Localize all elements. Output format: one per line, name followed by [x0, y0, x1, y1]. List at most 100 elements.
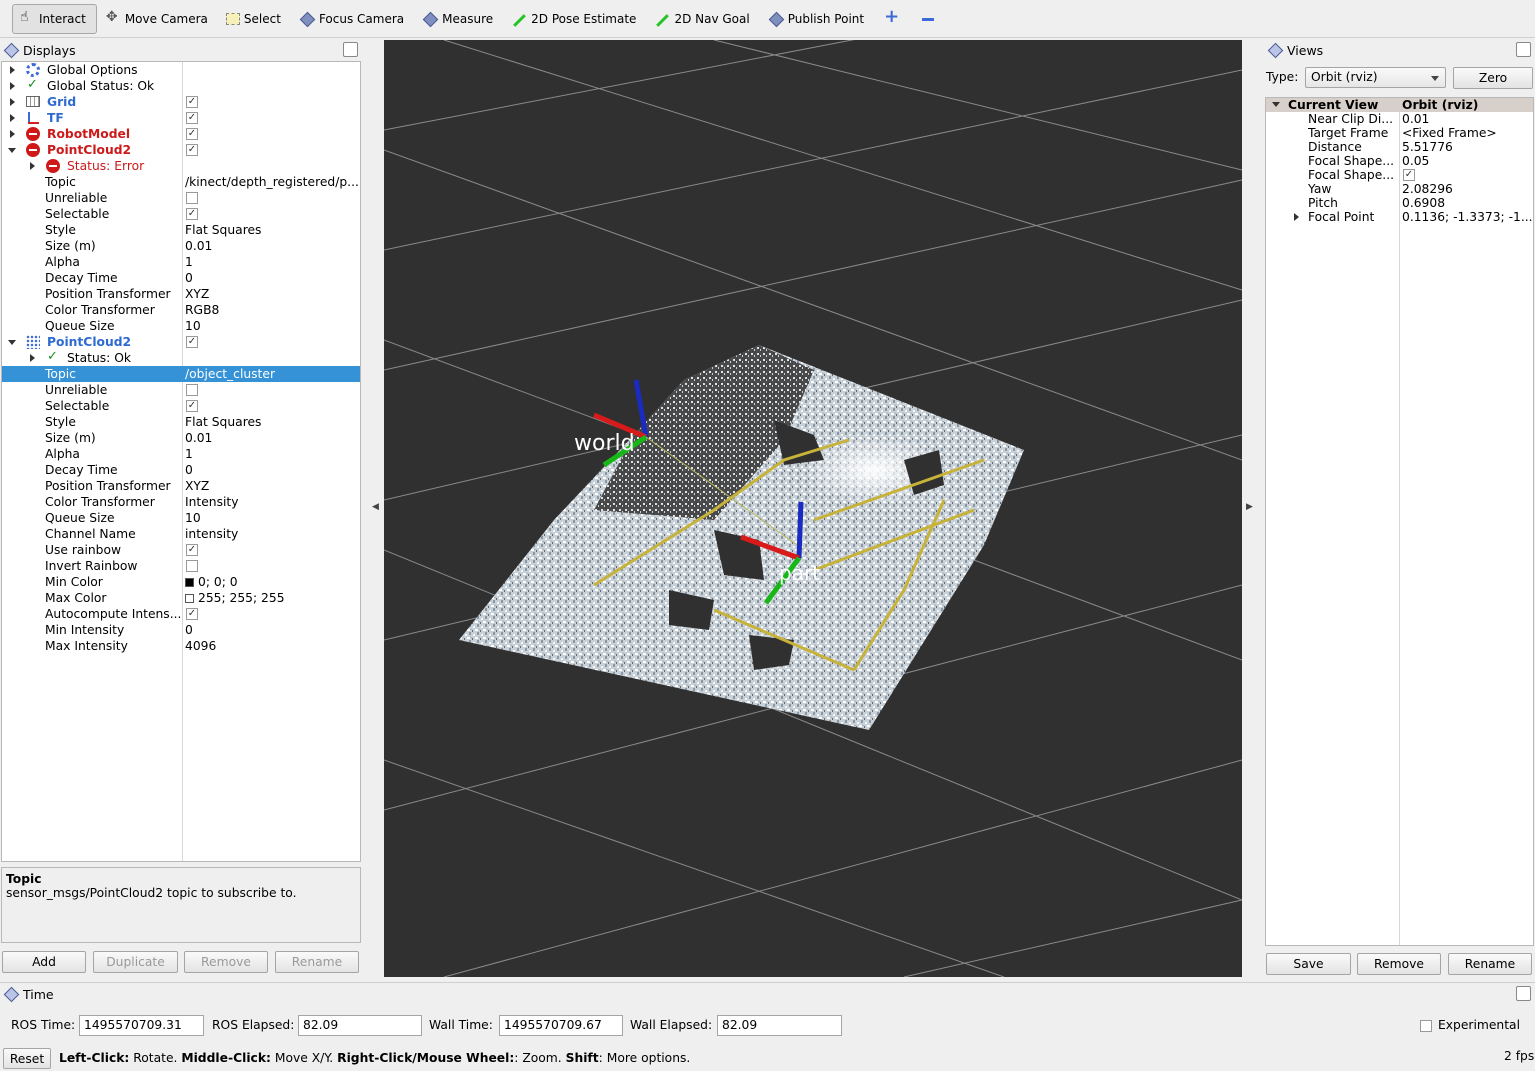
property-row-size-m[interactable]: Size (m) 0.01	[2, 430, 360, 446]
tree-row-pointcloud-1[interactable]: PointCloud2 ✓	[2, 142, 360, 158]
displays-close-button[interactable]	[343, 42, 358, 57]
pose-estimate-tool[interactable]: 2D Pose Estimate	[505, 4, 646, 34]
view-prop-row-near-clip-di[interactable]: Near Clip Di... 0.01	[1266, 112, 1533, 126]
measure-tool[interactable]: Measure	[416, 4, 503, 34]
remove-display-button[interactable]: Remove	[184, 951, 268, 973]
add-display-button[interactable]: Add	[2, 951, 86, 973]
invert-rainbow-checkbox[interactable]	[186, 560, 198, 572]
property-row-max-color[interactable]: Max Color 255; 255; 255	[2, 590, 360, 606]
property-row-queue-size[interactable]: Queue Size 10	[2, 318, 360, 334]
pointcloud-1-enabled-checkbox[interactable]: ✓	[186, 144, 198, 156]
collapse-arrow-icon[interactable]	[8, 148, 16, 153]
property-value[interactable]: Intensity	[185, 494, 360, 510]
view-prop-row-focal-shape[interactable]: Focal Shape... ✓	[1266, 168, 1533, 182]
tree-row-global-status[interactable]: ✓ Global Status: Ok	[2, 77, 360, 94]
property-row-position-transformer[interactable]: Position Transformer XYZ	[2, 478, 360, 494]
view-prop-value[interactable]: 0.1136; -1.3373; -1...	[1402, 210, 1533, 224]
property-value[interactable]: 4096	[185, 638, 360, 654]
focal-shape-fixed-checkbox[interactable]: ✓	[1403, 169, 1415, 181]
property-row-use-rainbow[interactable]: Use rainbow ✓	[2, 542, 360, 558]
property-row-unreliable[interactable]: Unreliable	[2, 190, 360, 206]
rename-display-button[interactable]: Rename	[275, 951, 359, 973]
view-prop-value[interactable]: 0.6908	[1402, 196, 1533, 210]
expand-arrow-icon[interactable]	[10, 114, 15, 122]
property-row-size-m[interactable]: Size (m) 0.01	[2, 238, 360, 254]
property-value[interactable]: XYZ	[185, 286, 360, 302]
property-row-topic[interactable]: Topic/kinect/depth_registered/p...	[2, 174, 360, 190]
property-row-decay-time[interactable]: Decay Time 0	[2, 270, 360, 286]
unreliable-checkbox[interactable]	[186, 384, 198, 396]
unreliable-checkbox[interactable]	[186, 192, 198, 204]
tf-enabled-checkbox[interactable]: ✓	[186, 112, 198, 124]
collapse-right-arrow-icon[interactable]: ▶	[1246, 502, 1253, 512]
property-value[interactable]: Flat Squares	[185, 222, 360, 238]
views-close-button[interactable]	[1516, 42, 1531, 57]
property-value[interactable]: XYZ	[185, 478, 360, 494]
remove-view-button[interactable]: Remove	[1357, 953, 1441, 975]
ros-time-field[interactable]: 1495570709.31	[79, 1015, 204, 1036]
tree-row-grid[interactable]: Grid ✓	[2, 94, 360, 110]
property-value[interactable]: /kinect/depth_registered/p...	[185, 174, 360, 190]
use-rainbow-checkbox[interactable]: ✓	[186, 544, 198, 556]
expand-arrow-icon[interactable]	[10, 130, 15, 138]
property-row-unreliable[interactable]: Unreliable	[2, 382, 360, 398]
wall-time-field[interactable]: 1495570709.67	[499, 1015, 623, 1036]
property-value[interactable]: /object_cluster	[185, 366, 360, 382]
property-row-alpha[interactable]: Alpha 1	[2, 254, 360, 270]
collapse-left-arrow-icon[interactable]: ◀	[372, 502, 379, 512]
reset-button[interactable]: Reset	[3, 1048, 51, 1069]
view-prop-row-focal-point[interactable]: Focal Point 0.1136; -1.3373; -1...	[1266, 210, 1533, 224]
property-row-selectable[interactable]: Selectable ✓	[2, 398, 360, 414]
tree-row-pointcloud-1-status[interactable]: Status: Error	[2, 158, 360, 174]
property-value[interactable]: intensity	[185, 526, 360, 542]
view-prop-row-distance[interactable]: Distance 5.51776	[1266, 140, 1533, 154]
property-row-channel-name[interactable]: Channel Name intensity	[2, 526, 360, 542]
property-row-alpha[interactable]: Alpha 1	[2, 446, 360, 462]
property-row-autocompute-intens[interactable]: Autocompute Intens... ✓	[2, 606, 360, 622]
property-row-style[interactable]: Style Flat Squares	[2, 222, 360, 238]
property-value[interactable]: 10	[185, 510, 360, 526]
expand-arrow-icon[interactable]	[10, 82, 15, 90]
robot-model-enabled-checkbox[interactable]: ✓	[186, 128, 198, 140]
view-prop-value[interactable]: 5.51776	[1402, 140, 1533, 154]
zero-button[interactable]: Zero	[1453, 67, 1533, 89]
property-row-style[interactable]: Style Flat Squares	[2, 414, 360, 430]
view-prop-row-target-frame[interactable]: Target Frame <Fixed Frame>	[1266, 126, 1533, 140]
property-value[interactable]: RGB8	[185, 302, 360, 318]
expand-arrow-icon[interactable]	[1294, 213, 1299, 221]
view-prop-value[interactable]: 0.05	[1402, 154, 1533, 168]
selectable-checkbox[interactable]: ✓	[186, 400, 198, 412]
collapse-arrow-icon[interactable]	[1272, 102, 1280, 107]
view-prop-row-yaw[interactable]: Yaw 2.08296	[1266, 182, 1533, 196]
property-value[interactable]: 1	[185, 446, 360, 462]
rename-view-button[interactable]: Rename	[1448, 953, 1532, 975]
duplicate-display-button[interactable]: Duplicate	[93, 951, 178, 973]
property-row-position-transformer[interactable]: Position Transformer XYZ	[2, 286, 360, 302]
property-row-topic[interactable]: Topic/object_cluster	[2, 366, 360, 382]
nav-goal-tool[interactable]: 2D Nav Goal	[648, 4, 759, 34]
experimental-checkbox[interactable]	[1420, 1020, 1432, 1032]
interact-tool[interactable]: Interact	[12, 3, 97, 34]
tree-row-global-options[interactable]: Global Options	[2, 62, 360, 78]
expand-arrow-icon[interactable]	[10, 98, 15, 106]
property-value[interactable]: 0	[185, 622, 360, 638]
pointcloud-2-enabled-checkbox[interactable]: ✓	[186, 336, 198, 348]
property-value[interactable]: 1	[185, 254, 360, 270]
view-prop-value[interactable]: 0.01	[1402, 112, 1533, 126]
view-prop-row-focal-shape[interactable]: Focal Shape... 0.05	[1266, 154, 1533, 168]
publish-point-tool[interactable]: Publish Point	[762, 4, 874, 34]
time-close-button[interactable]	[1516, 986, 1531, 1001]
property-row-max-intensity[interactable]: Max Intensity 4096	[2, 638, 360, 654]
property-value[interactable]: 0	[185, 462, 360, 478]
property-row-queue-size[interactable]: Queue Size 10	[2, 510, 360, 526]
autocompute-intens-checkbox[interactable]: ✓	[186, 608, 198, 620]
property-value[interactable]: 0.01	[185, 430, 360, 446]
expand-arrow-icon[interactable]	[10, 66, 15, 74]
ros-elapsed-field[interactable]: 82.09	[298, 1015, 422, 1036]
save-view-button[interactable]: Save	[1266, 953, 1351, 975]
expand-arrow-icon[interactable]	[30, 354, 35, 362]
expand-arrow-icon[interactable]	[30, 162, 35, 170]
add-tool-button[interactable]	[876, 4, 912, 34]
property-value[interactable]: 0; 0; 0	[185, 574, 360, 590]
property-value[interactable]: 255; 255; 255	[185, 590, 360, 606]
